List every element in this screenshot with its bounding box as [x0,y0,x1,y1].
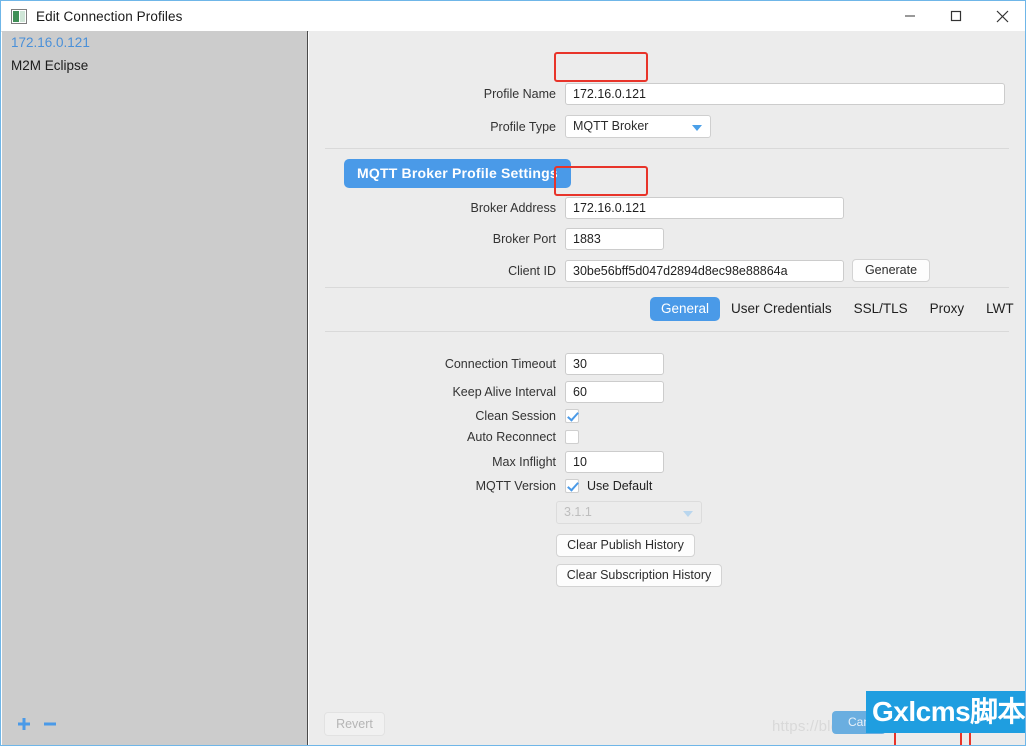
app-icon [11,8,27,24]
tab-user-credentials[interactable]: User Credentials [720,297,843,321]
profile-editor-panel: Profile Name Profile Type MQTT Broker [309,31,1025,745]
section-title: MQTT Broker Profile Settings [344,159,571,188]
sidebar-actions [2,716,58,737]
revert-button[interactable]: Revert [324,712,385,736]
broker-port-label: Broker Port [492,232,556,246]
profiles-sidebar: 172.16.0.121 M2M Eclipse [2,31,308,745]
profile-type-row: Profile Type MQTT Broker [309,115,1009,138]
clear-subscription-history-button[interactable]: Clear Subscription History [556,564,722,587]
mqtt-version-value: 3.1.1 [564,505,592,519]
generate-button[interactable]: Generate [852,259,930,282]
auto-reconnect-checkbox[interactable] [565,430,579,444]
settings-tabs: General User Credentials SSL/TLS Proxy L… [650,297,1025,321]
use-default-label: Use Default [587,479,653,493]
max-inflight-label: Max Inflight [492,455,556,469]
profile-name-input[interactable] [565,83,1005,105]
add-profile-icon[interactable] [16,716,32,737]
tab-proxy[interactable]: Proxy [919,297,976,321]
divider [325,287,1009,288]
mqtt-version-label: MQTT Version [475,479,556,493]
mqtt-version-select[interactable]: 3.1.1 [556,501,702,524]
profile-list-label: 172.16.0.121 [11,35,90,50]
highlight-box-profile-name [554,52,648,82]
auto-reconnect-label: Auto Reconnect [467,430,556,444]
broker-port-input[interactable] [565,228,664,250]
profile-name-label: Profile Name [483,87,556,101]
tab-lwt[interactable]: LWT [975,297,1025,321]
divider [325,331,1009,332]
use-default-checkbox[interactable] [565,479,579,493]
remove-profile-icon[interactable] [42,716,58,737]
tab-ssl-tls[interactable]: SSL/TLS [843,297,919,321]
profile-type-label: Profile Type [490,119,556,134]
max-inflight-row: Max Inflight [309,451,1009,473]
client-id-row: Client ID Generate [309,259,1021,282]
list-item[interactable]: 172.16.0.121 [2,31,307,54]
divider [325,148,1009,149]
list-item[interactable]: M2M Eclipse [2,54,307,77]
chevron-down-icon [683,511,693,517]
keep-alive-input[interactable] [565,381,664,403]
keep-alive-label: Keep Alive Interval [452,385,556,399]
window-controls [887,1,1025,31]
profile-type-select[interactable]: MQTT Broker [565,115,711,138]
keep-alive-row: Keep Alive Interval [309,381,1009,403]
clean-session-label: Clean Session [475,409,556,423]
broker-port-row: Broker Port [309,228,1009,250]
edit-connection-profiles-window: Edit Connection Profiles 172.16.0.121 M2… [0,0,1026,746]
watermark-banner: Gxlcms脚本 [866,691,1025,733]
clean-session-row: Clean Session [309,409,1009,423]
client-id-label: Client ID [508,263,556,278]
profile-list-label: M2M Eclipse [11,58,89,73]
chevron-down-icon [692,125,702,131]
minimize-icon[interactable] [887,1,933,31]
clear-publish-history-button[interactable]: Clear Publish History [556,534,695,557]
broker-address-input[interactable] [565,197,844,219]
profile-type-value: MQTT Broker [573,119,649,133]
tab-general[interactable]: General [650,297,721,321]
connection-timeout-input[interactable] [565,353,664,375]
highlight-box-broker-address [554,166,648,196]
broker-address-label: Broker Address [470,201,556,215]
mqtt-version-row: MQTT Version Use Default [309,479,1009,493]
close-icon[interactable] [979,1,1025,31]
clean-session-checkbox[interactable] [565,409,579,423]
max-inflight-input[interactable] [565,451,664,473]
auto-reconnect-row: Auto Reconnect [309,430,1009,444]
maximize-icon[interactable] [933,1,979,31]
window-title: Edit Connection Profiles [36,8,183,24]
broker-address-row: Broker Address [309,197,1009,219]
connection-timeout-row: Connection Timeout [309,353,1009,375]
connection-timeout-label: Connection Timeout [444,357,556,371]
profile-name-row: Profile Name [309,83,1009,105]
title-bar: Edit Connection Profiles [1,1,1025,32]
client-id-input[interactable] [565,259,844,282]
